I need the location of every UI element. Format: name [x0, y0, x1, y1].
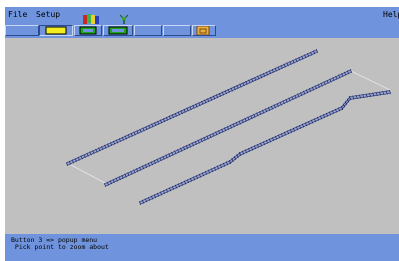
wire-end-2 [350, 70, 391, 91]
toolbar-button-yellow[interactable] [39, 25, 73, 36]
toolbar-button-green-2[interactable] [103, 25, 133, 36]
toolbar-button-folder[interactable] [192, 25, 216, 36]
toolbar-button-spacer[interactable] [5, 25, 39, 36]
menu-file[interactable]: File [8, 10, 27, 20]
wire-end-1 [70, 164, 106, 184]
wire-strand-3 [138, 90, 392, 205]
toolbar-button-green-1[interactable] [74, 25, 102, 36]
toolbar-button-blank-2[interactable] [163, 25, 191, 36]
toolbar [5, 24, 399, 38]
toolbar-button-blank-1[interactable] [134, 25, 162, 36]
wire-strand-1 [65, 49, 319, 166]
green-rectangle-icon [108, 26, 128, 35]
status-line-2: Pick point to zoom about [11, 243, 109, 251]
green-rectangle-icon [79, 26, 97, 35]
drawing-canvas[interactable] [5, 38, 399, 234]
wire-strand-2 [103, 69, 353, 187]
menu-help[interactable]: Help [383, 10, 399, 20]
color-blocks-icon[interactable] [83, 10, 100, 24]
status-bar: Button 3 => popup menu Pick point to zoo… [5, 234, 399, 261]
menu-setup[interactable]: Setup [36, 10, 60, 20]
antenna-icon[interactable] [119, 10, 129, 24]
app-window: File Setup Help [0, 0, 399, 261]
yellow-rectangle-icon [45, 26, 67, 35]
menu-bar: File Setup Help [5, 7, 399, 24]
folder-icon [196, 26, 210, 35]
wire-drawing [65, 49, 392, 205]
